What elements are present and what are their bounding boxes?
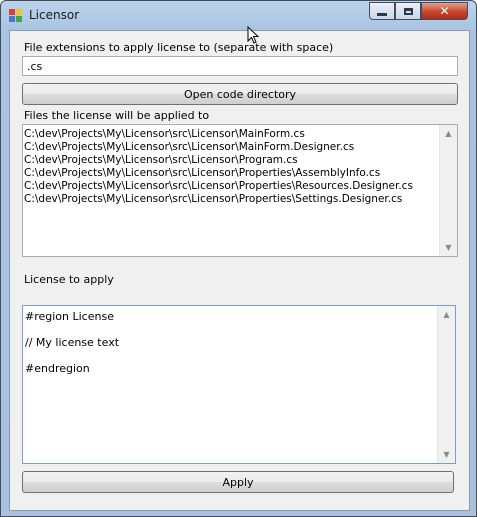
license-textarea[interactable]: #region License // My license text #endr… [22,305,456,464]
files-listbox[interactable]: C:\dev\Projects\My\Licensor\src\Licensor… [22,124,458,257]
extensions-input[interactable]: .cs [22,56,458,76]
list-item[interactable]: C:\dev\Projects\My\Licensor\src\Licensor… [24,167,380,180]
files-scrollbar[interactable]: ▲ ▼ [439,125,457,256]
app-icon [9,9,22,22]
list-item[interactable]: C:\dev\Projects\My\Licensor\src\Licensor… [24,154,298,167]
extensions-label: File extensions to apply license to (sep… [24,41,334,54]
list-item[interactable]: C:\dev\Projects\My\Licensor\src\Licensor… [24,180,413,193]
license-line: // My license text [25,336,120,349]
scroll-up-icon[interactable]: ▲ [438,306,455,323]
maximize-icon [403,7,413,15]
minimize-icon [377,12,387,16]
maximize-button[interactable] [395,2,421,20]
license-label: License to apply [24,273,114,286]
scroll-down-icon[interactable]: ▼ [440,239,457,256]
scroll-up-icon[interactable]: ▲ [440,125,457,142]
open-code-directory-label: Open code directory [183,87,297,101]
license-line: #region License [25,310,114,323]
apply-label: Apply [222,475,254,489]
extensions-value: .cs [27,60,43,73]
license-line: #endregion [25,362,90,375]
mouse-cursor-icon [247,26,259,44]
apply-button[interactable]: Apply [22,471,454,493]
minimize-button[interactable] [369,2,395,20]
open-code-directory-button[interactable]: Open code directory [22,83,458,105]
close-button[interactable]: ✕ [421,2,468,20]
window-title: Licensor [29,8,80,22]
list-item[interactable]: C:\dev\Projects\My\Licensor\src\Licensor… [24,193,402,206]
licensor-window: Licensor ✕ File extensions to apply lice… [0,0,477,517]
list-item[interactable]: C:\dev\Projects\My\Licensor\src\Licensor… [24,128,305,141]
title-bar[interactable]: Licensor ✕ [1,1,476,29]
form-client-area: File extensions to apply license to (sep… [9,30,470,511]
files-label: Files the license will be applied to [24,109,210,122]
scroll-down-icon[interactable]: ▼ [438,446,455,463]
close-icon: ✕ [439,4,450,18]
list-item[interactable]: C:\dev\Projects\My\Licensor\src\Licensor… [24,141,354,154]
license-scrollbar[interactable]: ▲ ▼ [437,306,455,463]
